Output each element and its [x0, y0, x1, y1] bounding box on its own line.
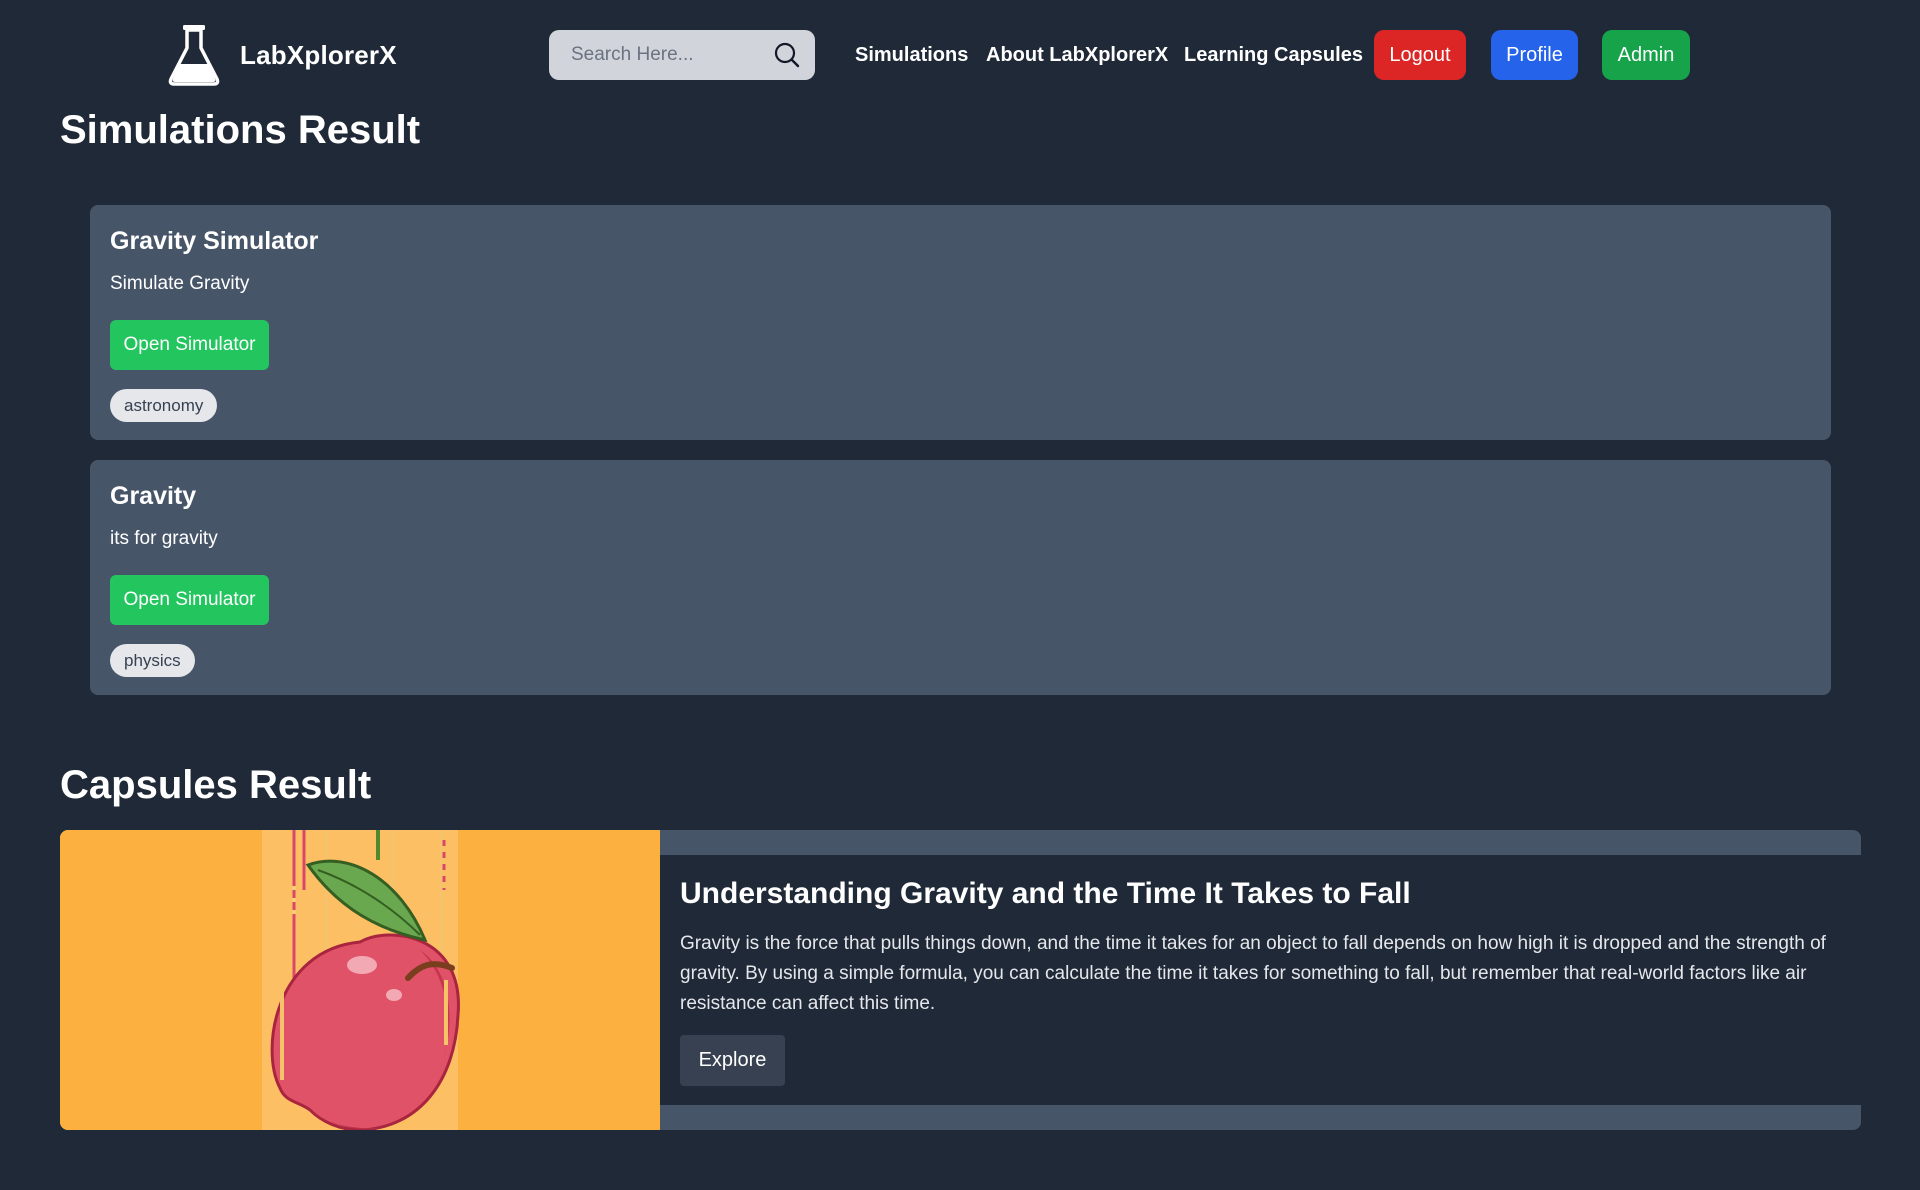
simulations-section-title: Simulations Result — [60, 108, 421, 152]
nav-link-about[interactable]: About LabXplorerX — [986, 30, 1168, 80]
logout-button[interactable]: Logout — [1374, 30, 1466, 80]
capsule-title: Understanding Gravity and the Time It Ta… — [680, 877, 1411, 910]
capsules-section-title: Capsules Result — [60, 763, 372, 807]
capsule-thumbnail — [60, 830, 660, 1130]
capsule-card: Understanding Gravity and the Time It Ta… — [60, 830, 1861, 1130]
simulation-title: Gravity — [110, 482, 197, 510]
nav-link-learning-capsules[interactable]: Learning Capsules — [1184, 30, 1363, 80]
open-simulator-button[interactable]: Open Simulator — [110, 320, 269, 370]
open-simulator-button[interactable]: Open Simulator — [110, 575, 269, 625]
simulation-description: Simulate Gravity — [110, 273, 250, 294]
search-input[interactable] — [569, 43, 773, 67]
brand-name: LabXplorerX — [240, 39, 397, 70]
category-tag: physics — [110, 644, 195, 677]
simulation-card: Gravity its for gravity Open Simulator p… — [90, 460, 1831, 695]
profile-button[interactable]: Profile — [1491, 30, 1578, 80]
nav-link-simulations[interactable]: Simulations — [855, 30, 968, 80]
top-navbar: LabXplorerX Simulations About LabXplorer… — [0, 0, 1920, 110]
category-tag: astronomy — [110, 389, 218, 422]
search-box — [549, 30, 815, 80]
simulation-title: Gravity Simulator — [110, 227, 319, 255]
search-icon[interactable] — [773, 41, 801, 69]
explore-button[interactable]: Explore — [680, 1035, 785, 1086]
simulation-description: its for gravity — [110, 528, 218, 549]
capsule-body: Understanding Gravity and the Time It Ta… — [660, 855, 1861, 1105]
capsule-description: Gravity is the force that pulls things d… — [680, 933, 1826, 1014]
admin-button[interactable]: Admin — [1602, 30, 1690, 80]
flask-icon — [168, 25, 220, 86]
brand[interactable]: LabXplorerX — [168, 24, 397, 86]
falling-apple-illustration — [60, 830, 660, 1130]
simulation-card: Gravity Simulator Simulate Gravity Open … — [90, 205, 1831, 440]
